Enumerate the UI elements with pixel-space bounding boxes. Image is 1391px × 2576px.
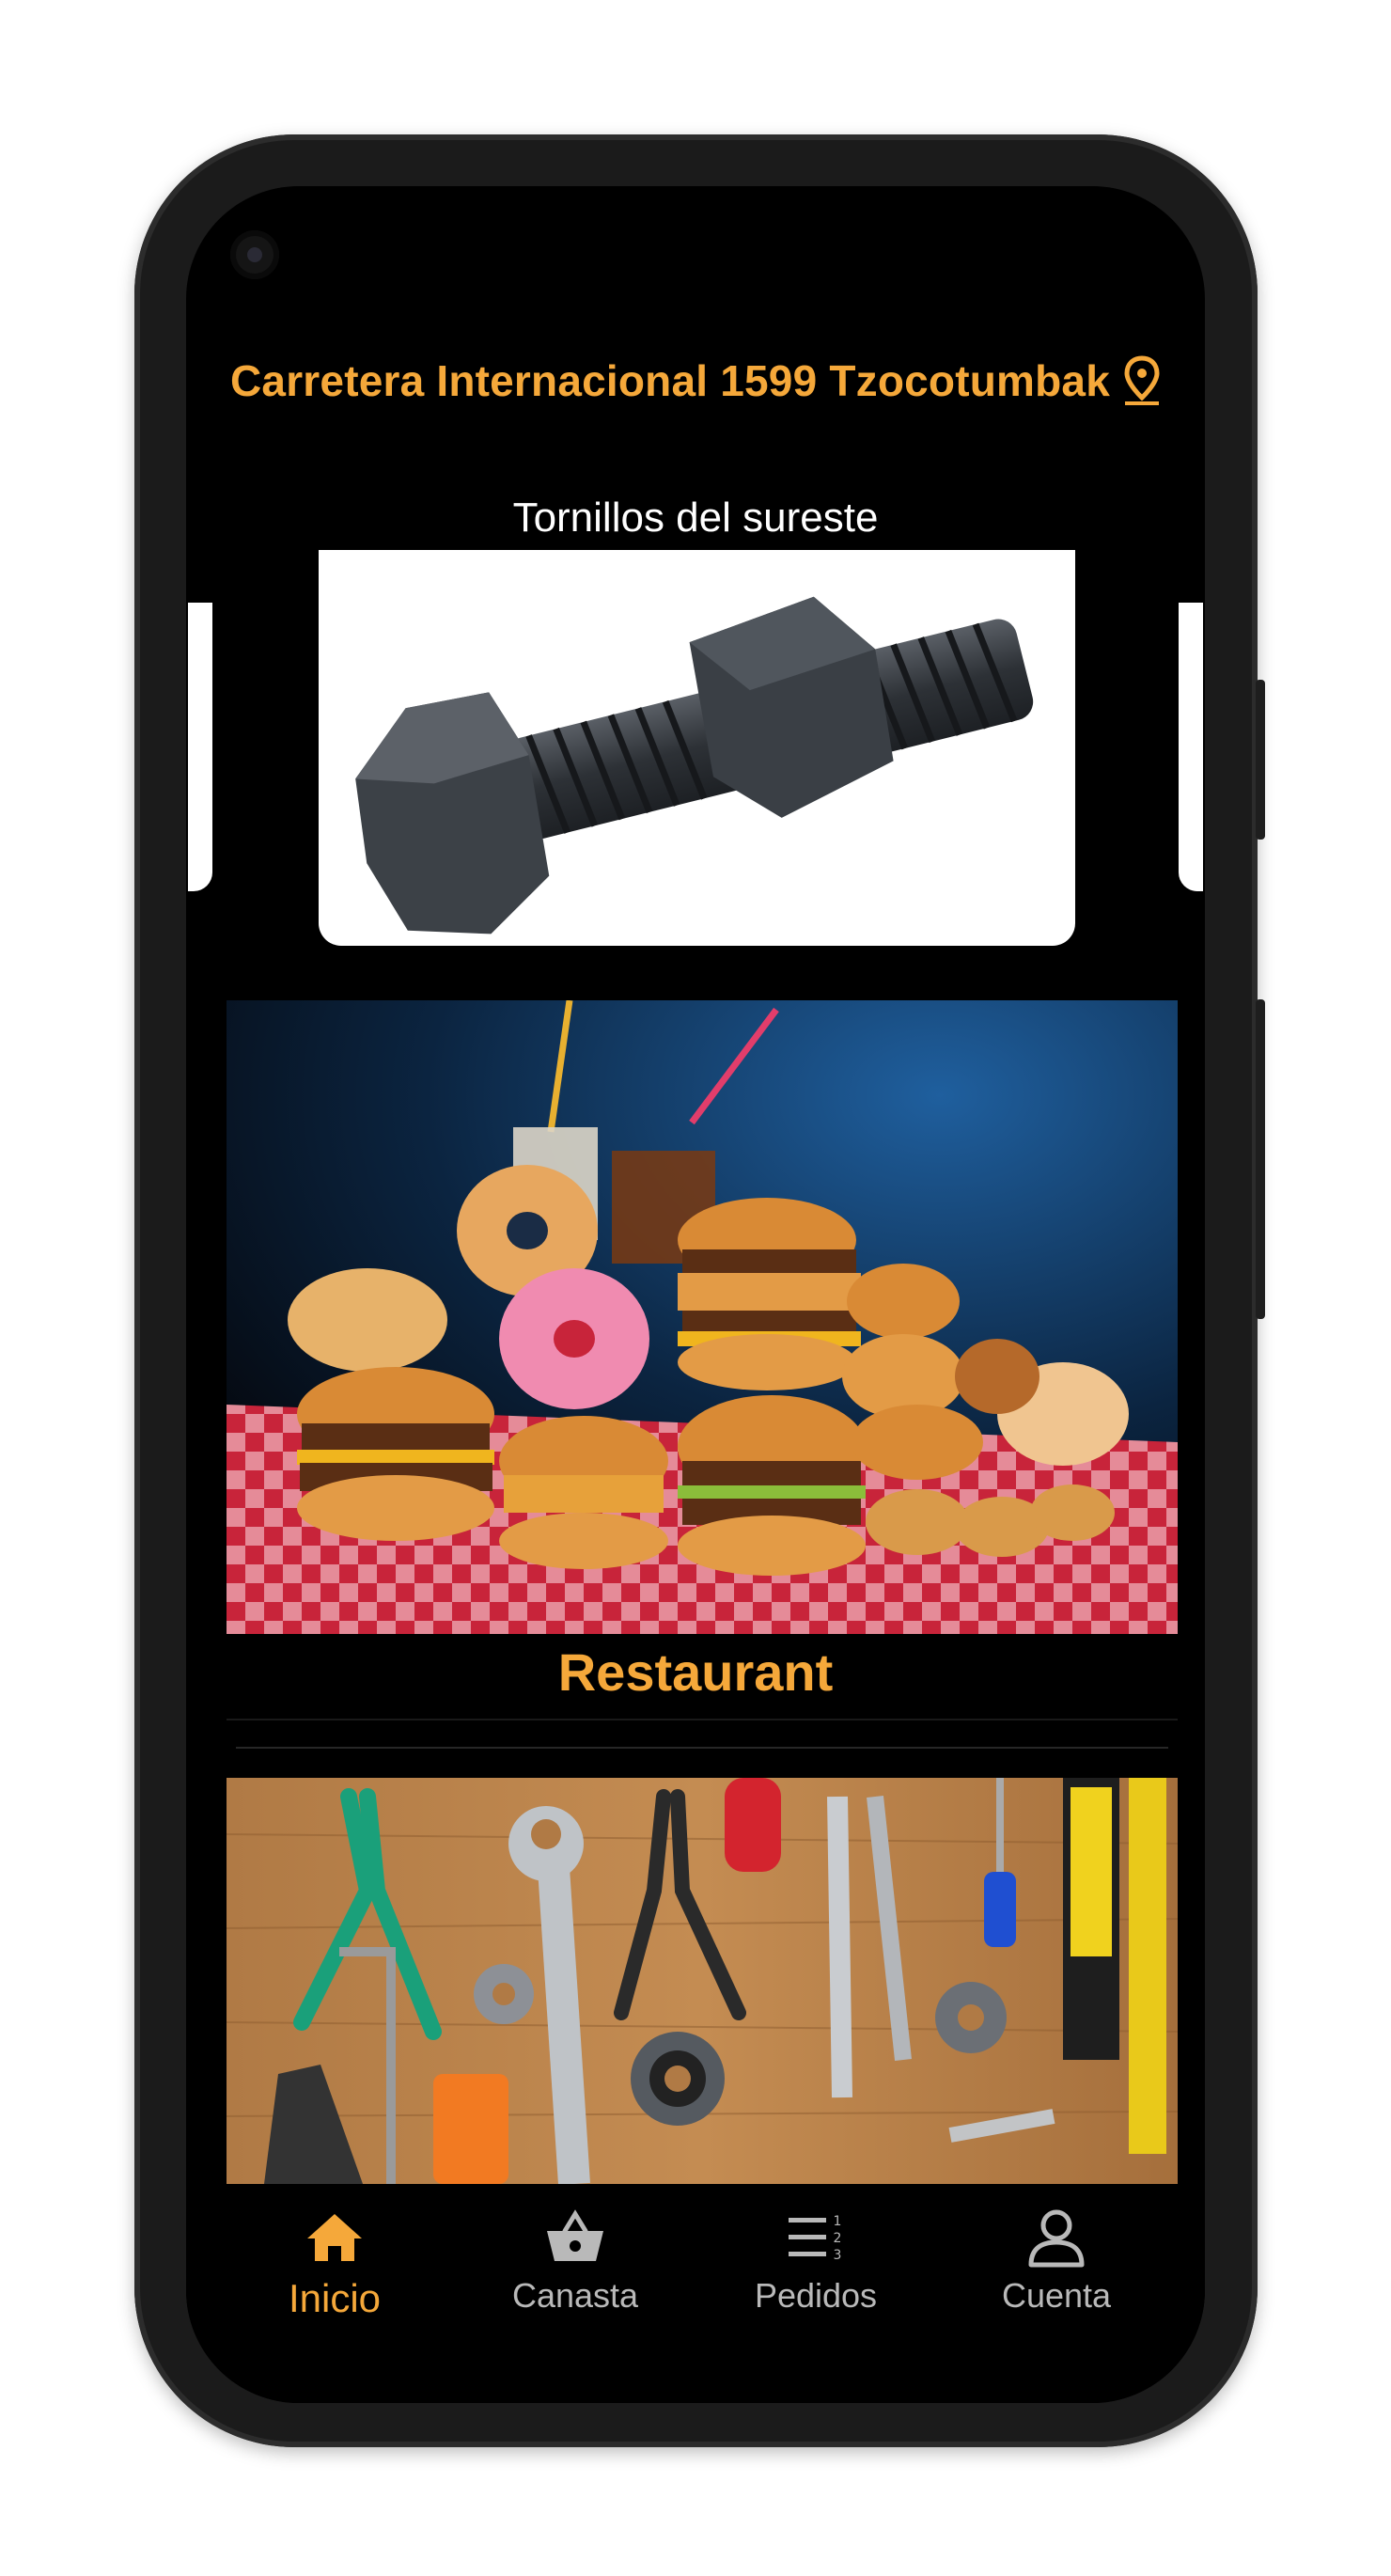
location-pin-icon (1124, 355, 1160, 405)
account-icon (1028, 2209, 1085, 2268)
tools-image (227, 1778, 1178, 2184)
bolt-nut-image (355, 596, 1034, 935)
basket-icon (547, 2209, 603, 2261)
nav-label-cuenta: Cuenta (1001, 2276, 1112, 2315)
nav-label-canasta: Canasta (511, 2276, 639, 2315)
svg-text:3: 3 (834, 2248, 842, 2263)
nav-item-pedidos[interactable]: 1 2 3 Pedidos (712, 2184, 919, 2316)
store-banner-image[interactable] (319, 550, 1075, 946)
nav-label-pedidos: Pedidos (754, 2276, 878, 2315)
delivery-address[interactable]: Carretera Internacional 1599 Tzocotumbak (186, 355, 1205, 406)
volume-button (1256, 999, 1265, 1319)
restaurant-banner-image[interactable] (227, 1000, 1178, 1634)
section-divider (236, 1747, 1168, 1749)
svg-text:1: 1 (834, 2214, 842, 2229)
nav-item-canasta[interactable]: Canasta (472, 2184, 679, 2316)
svg-text:2: 2 (834, 2231, 842, 2246)
order-list-icon: 1 2 3 (789, 2214, 842, 2263)
section-divider (227, 1719, 1178, 1720)
carousel-prev-card[interactable] (188, 603, 212, 891)
power-button (1256, 680, 1265, 840)
app-screen: Carretera Internacional 1599 Tzocotumbak… (186, 186, 1205, 2403)
carousel-next-card[interactable] (1179, 603, 1203, 891)
section-label-restaurant[interactable]: Restaurant (186, 1641, 1205, 1703)
store-title: Tornillos del sureste (512, 495, 879, 541)
fast-food-image (227, 1000, 1178, 1634)
front-camera (230, 230, 279, 279)
bottom-navigation: Inicio Canasta 1 2 3 Pedidos Cuenta (186, 2184, 1205, 2403)
nav-label-inicio: Inicio (288, 2276, 382, 2320)
hardware-banner-image[interactable] (227, 1778, 1178, 2184)
home-icon (307, 2214, 362, 2261)
nav-item-cuenta[interactable]: Cuenta (953, 2184, 1160, 2316)
nav-item-inicio[interactable]: Inicio (231, 2184, 438, 2321)
address-text: Carretera Internacional 1599 Tzocotumbak (230, 356, 1110, 405)
